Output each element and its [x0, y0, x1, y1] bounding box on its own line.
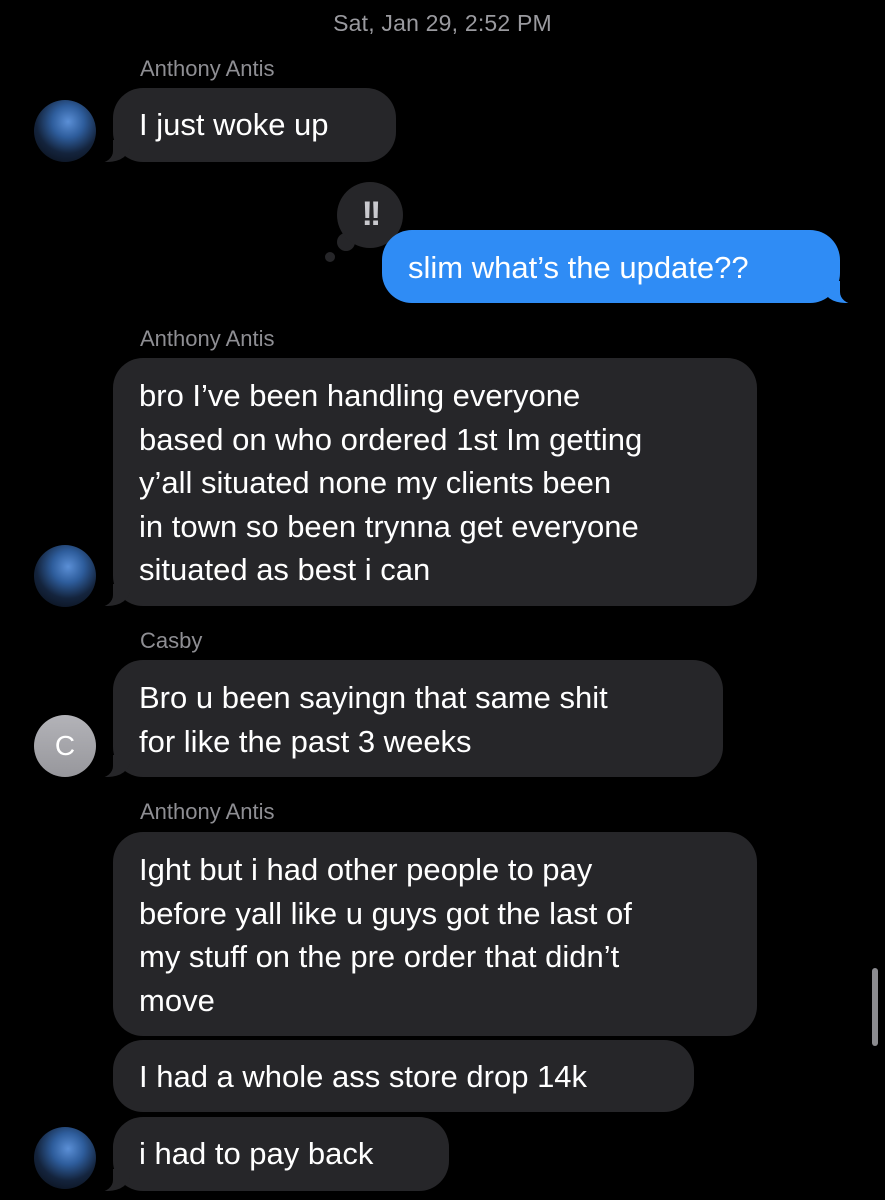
message-text: based on who ordered 1st Im getting: [139, 421, 643, 457]
sender-name: Anthony Antis: [140, 799, 275, 824]
contact-avatar[interactable]: [34, 100, 96, 162]
tapback-tail-dot: [325, 252, 335, 262]
incoming-message-bubble[interactable]: bro I’ve been handling everyone based on…: [83, 358, 757, 607]
sender-name: Anthony Antis: [140, 326, 275, 351]
incoming-message-bubble[interactable]: I had a whole ass store drop 14k: [113, 1040, 694, 1112]
contact-avatar[interactable]: [34, 545, 96, 607]
sender-name: Casby: [140, 628, 203, 653]
message-text: y’all situated none my clients been: [139, 465, 612, 500]
sender-name: Anthony Antis: [140, 56, 275, 81]
message-text: my stuff on the pre order that didn’t: [139, 939, 620, 974]
contact-avatar[interactable]: [34, 1127, 96, 1189]
message-text: move: [139, 982, 215, 1018]
message-text: Bro u been sayingn that same shit: [139, 680, 608, 715]
incoming-message-bubble[interactable]: Bro u been sayingn that same shit for li…: [83, 660, 723, 778]
incoming-message-bubble[interactable]: i had to pay back: [83, 1117, 449, 1192]
outgoing-message-bubble[interactable]: slim what’s the update??: [382, 230, 870, 304]
incoming-message-bubble[interactable]: Ight but i had other people to pay befor…: [113, 832, 757, 1036]
message-text: before yall like u guys got the last of: [139, 895, 632, 931]
scrollbar[interactable]: [872, 968, 878, 1046]
message-text: in town so been trynna get everyone: [139, 508, 639, 544]
message-text: bro I’ve been handling everyone: [139, 378, 581, 413]
message-text: slim what’s the update??: [408, 250, 749, 285]
conversation-timestamp: Sat, Jan 29, 2:52 PM: [333, 10, 552, 36]
incoming-message-bubble[interactable]: I just woke up: [83, 88, 396, 163]
message-text: i had to pay back: [139, 1136, 374, 1171]
message-text: I had a whole ass store drop 14k: [139, 1059, 588, 1094]
message-text: Ight but i had other people to pay: [139, 852, 593, 887]
contact-avatar-initial[interactable]: C: [34, 715, 96, 777]
message-text: for like the past 3 weeks: [139, 723, 472, 759]
message-text: situated as best i can: [139, 552, 431, 587]
message-text: I just woke up: [139, 107, 329, 142]
